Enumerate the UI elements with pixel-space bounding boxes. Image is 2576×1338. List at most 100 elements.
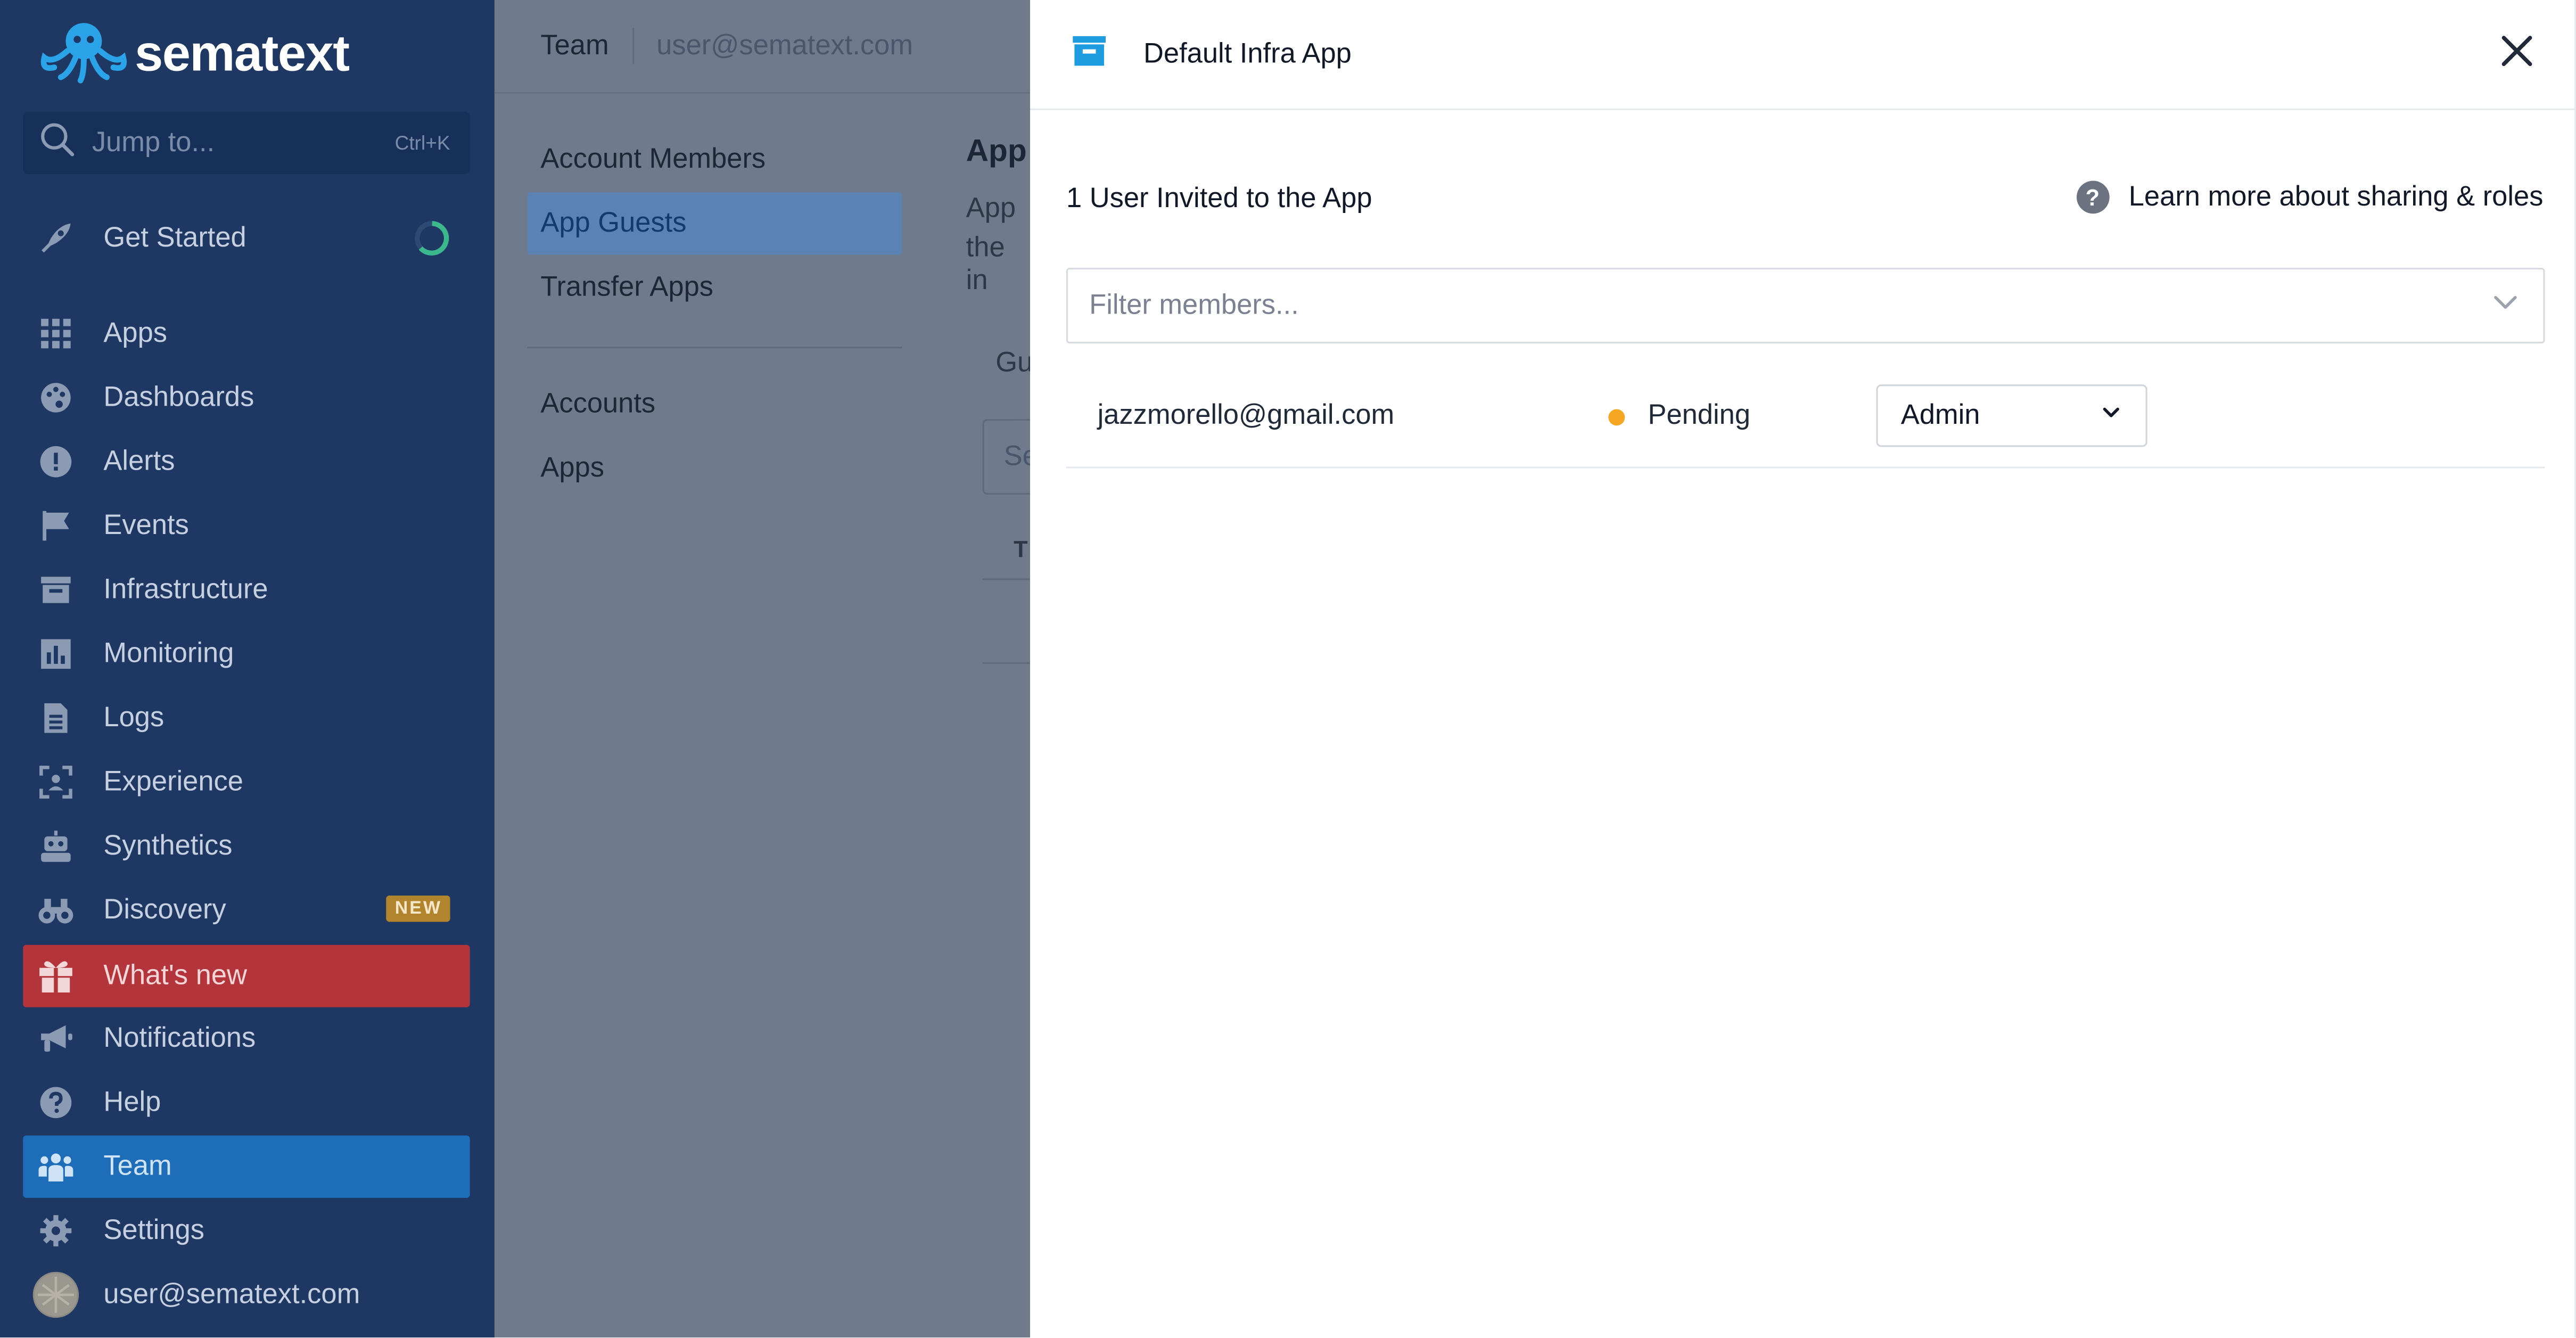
guests-label: Gu (995, 347, 1033, 378)
document-icon (36, 699, 76, 738)
sidebar-user-email: user@sematext.com (103, 1278, 360, 1310)
sidebar-item-team[interactable]: Team (23, 1135, 470, 1198)
table-divider (982, 662, 1031, 664)
breadcrumb-user: user@sematext.com (656, 29, 913, 61)
close-icon (2499, 32, 2535, 76)
avatar (32, 1271, 79, 1318)
member-email: jazzmorello@gmail.com (1097, 399, 1395, 431)
brand-name: sematext (135, 24, 350, 83)
subnav-divider (527, 347, 902, 349)
role-value: Admin (1900, 399, 1980, 431)
flag-icon (36, 506, 76, 546)
main-content-overlay[interactable]: Team user@sematext.com Account Members A… (494, 0, 1048, 1338)
rocket-icon (36, 218, 76, 258)
binoculars-icon (36, 891, 76, 930)
scan-icon (36, 762, 76, 802)
chevron-down-icon (2100, 399, 2122, 432)
status-dot (1608, 409, 1625, 426)
sidebar-item-label: Apps (103, 317, 168, 349)
sidebar-item-label: Infrastructure (103, 573, 268, 605)
table-header: T (1014, 536, 1028, 562)
page-description-line: App (966, 192, 1016, 224)
invited-count: 1 User Invited to the App (1066, 182, 1372, 214)
subnav-item-apps[interactable]: Apps (528, 437, 902, 499)
learn-more-label: Learn more about sharing & roles (2128, 180, 2544, 212)
sidebar-item-monitoring[interactable]: Monitoring (23, 623, 470, 685)
chevron-down-icon[interactable] (2491, 287, 2521, 325)
filter-members-field[interactable] (1066, 268, 2545, 344)
sidebar-item-label: Help (103, 1086, 161, 1118)
close-button[interactable] (2494, 31, 2540, 77)
sidebar-item-apps[interactable]: Apps (23, 302, 470, 365)
subnav-item-account-members[interactable]: Account Members (528, 128, 902, 191)
team-icon (36, 1147, 76, 1186)
new-badge: NEW (386, 895, 450, 922)
sidebar-item-label: Experience (103, 766, 243, 797)
brand-logo[interactable]: sematext (39, 21, 350, 87)
subnav-item-transfer-apps[interactable]: Transfer Apps (528, 256, 902, 318)
sidebar-item-discovery[interactable]: Discovery NEW (23, 879, 470, 941)
sidebar-item-help[interactable]: Help (23, 1071, 470, 1134)
subnav-item-app-guests[interactable]: App Guests (527, 192, 902, 255)
sidebar-item-logs[interactable]: Logs (23, 687, 470, 749)
jump-to-search[interactable]: Jump to... Ctrl+K (23, 111, 470, 175)
sidebar-item-label: What's new (103, 959, 247, 991)
megaphone-icon (36, 1019, 76, 1058)
role-select[interactable]: Admin (1876, 384, 2147, 447)
team-subnav: Account Members App Guests Transfer Apps… (527, 128, 902, 502)
gear-icon (36, 1211, 76, 1251)
drawer-header: Default Infra App (1030, 0, 2576, 110)
search-icon (39, 121, 76, 165)
help-icon (36, 1083, 76, 1122)
sidebar-item-get-started[interactable]: Get Started (23, 207, 470, 269)
filter-members-input[interactable] (1089, 289, 2491, 322)
sidebar-item-label: Dashboards (103, 381, 254, 413)
archive-icon (36, 570, 76, 610)
sidebar-item-events[interactable]: Events (23, 495, 470, 557)
sidebar-item-whats-new[interactable]: What's new (23, 945, 470, 1007)
sidebar-item-notifications[interactable]: Notifications (23, 1007, 470, 1070)
sidebar-item-label: Notifications (103, 1022, 256, 1054)
sidebar-item-label: Settings (103, 1214, 205, 1246)
breadcrumb-divider (631, 28, 633, 64)
member-row: jazzmorello@gmail.com Pending Admin (1066, 368, 2545, 469)
gift-icon (36, 956, 76, 996)
sidebar-item-settings[interactable]: Settings (23, 1200, 470, 1262)
progress-ring-icon (414, 220, 450, 257)
sidebar-item-label: Logs (103, 701, 164, 733)
app-sharing-drawer: Default Infra App 1 User Invited to the … (1030, 0, 2576, 1338)
page-title: App (966, 135, 1027, 169)
sidebar-item-label: Get Started (103, 221, 246, 253)
subnav-item-accounts[interactable]: Accounts (528, 373, 902, 436)
palette-icon (36, 378, 76, 417)
sidebar-item-label: Synthetics (103, 830, 233, 861)
sidebar-item-label: Discovery (103, 893, 226, 925)
archive-icon (1071, 32, 1107, 76)
help-icon: ? (2076, 180, 2109, 214)
sidebar-item-label: Alerts (103, 445, 175, 477)
breadcrumb-section[interactable]: Team (540, 30, 608, 63)
jump-placeholder: Jump to... (92, 126, 215, 158)
member-status: Pending (1648, 399, 1751, 431)
sidebar-item-label: Team (103, 1150, 172, 1181)
sidebar-user[interactable]: user@sematext.com (23, 1263, 470, 1326)
sidebar-item-dashboards[interactable]: Dashboards (23, 366, 470, 429)
bar-chart-icon (36, 634, 76, 674)
grid-icon (36, 314, 76, 353)
robot-icon (36, 826, 76, 866)
table-divider (982, 578, 1031, 580)
sidebar-item-label: Events (103, 509, 189, 541)
learn-more-link[interactable]: ? Learn more about sharing & roles (2076, 180, 2543, 214)
sidebar-item-alerts[interactable]: Alerts (23, 431, 470, 493)
drawer-title: Default Infra App (1143, 37, 1352, 69)
sidebar-item-synthetics[interactable]: Synthetics (23, 815, 470, 877)
jump-shortcut: Ctrl+K (394, 131, 450, 155)
octopus-icon (39, 17, 128, 91)
alert-icon (36, 442, 76, 481)
page-description-line: the in (966, 232, 1005, 296)
top-bar: Team user@sematext.com (494, 0, 1031, 94)
sidebar-item-infrastructure[interactable]: Infrastructure (23, 559, 470, 621)
sidebar: sematext Jump to... Ctrl+K Get Started A… (0, 0, 495, 1338)
sidebar-item-experience[interactable]: Experience (23, 751, 470, 813)
sidebar-item-label: Monitoring (103, 637, 234, 669)
